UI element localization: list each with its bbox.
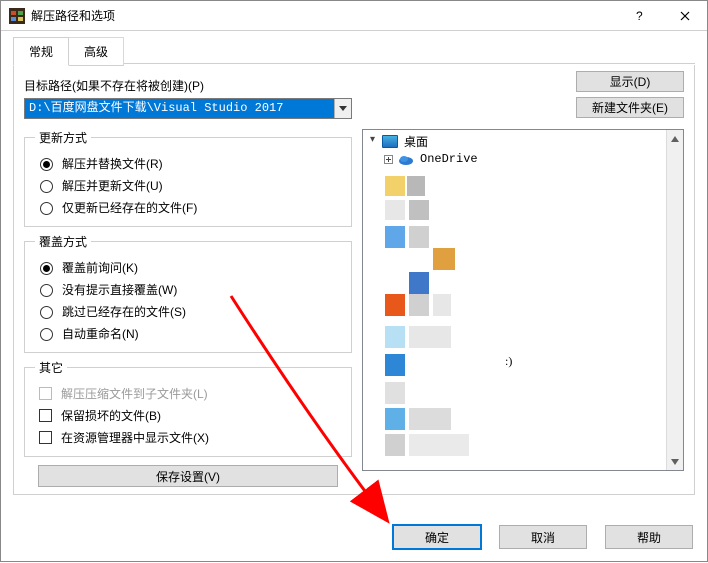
- scroll-up-button[interactable]: [667, 130, 683, 147]
- update-mode-group: 更新方式 解压并替换文件(R) 解压并更新文件(U) 仅更新已经存在的文件(F): [24, 129, 352, 227]
- opt-ask-before-overwrite[interactable]: 覆盖前询问(K): [35, 256, 341, 278]
- save-settings-button[interactable]: 保存设置(V): [38, 465, 338, 487]
- opt-freshen[interactable]: 仅更新已经存在的文件(F): [35, 196, 341, 218]
- tab-general[interactable]: 常规: [13, 37, 69, 66]
- overwrite-mode-legend: 覆盖方式: [35, 233, 91, 250]
- opt-extract-update-label: 解压并更新文件(U): [62, 177, 163, 194]
- update-mode-legend: 更新方式: [35, 129, 91, 146]
- close-button[interactable]: [662, 1, 707, 30]
- radio-skip-existing[interactable]: [40, 306, 53, 319]
- cancel-button-label: 取消: [531, 529, 555, 546]
- opt-subfolder-label: 解压压缩文件到子文件夹(L): [61, 385, 208, 402]
- radio-extract-update[interactable]: [40, 180, 53, 193]
- display-button[interactable]: 显示(D): [576, 71, 684, 92]
- opt-keep-broken[interactable]: 保留损坏的文件(B): [35, 404, 341, 426]
- dest-path-combobox[interactable]: D:\百度网盘文件下载\Visual Studio 2017: [24, 98, 352, 119]
- opt-silent-label: 没有提示直接覆盖(W): [62, 281, 177, 298]
- tree-node-onedrive-label: OneDrive: [418, 152, 480, 166]
- help-button[interactable]: 帮助: [605, 525, 693, 549]
- tree-node-onedrive[interactable]: OneDrive: [383, 150, 666, 168]
- overwrite-mode-group: 覆盖方式 覆盖前询问(K) 没有提示直接覆盖(W) 跳过已经存在的文件(S) 自…: [24, 233, 352, 353]
- other-group: 其它 解压压缩文件到子文件夹(L) 保留损坏的文件(B) 在资源管理器中显示文件…: [24, 359, 352, 457]
- new-folder-button[interactable]: 新建文件夹(E): [576, 97, 684, 118]
- app-icon: [9, 8, 25, 24]
- ok-button-label: 确定: [425, 529, 449, 546]
- new-folder-button-label: 新建文件夹(E): [592, 99, 668, 116]
- desktop-icon: [382, 135, 398, 148]
- opt-extract-replace[interactable]: 解压并替换文件(R): [35, 152, 341, 174]
- radio-extract-replace[interactable]: [40, 158, 53, 171]
- tree-scrollbar[interactable]: [666, 130, 683, 470]
- tab-advanced[interactable]: 高级: [68, 37, 124, 66]
- tab-page-general: 目标路径(如果不存在将被创建)(P) D:\百度网盘文件下载\Visual St…: [13, 65, 695, 495]
- tabs: 常规 高级: [13, 37, 695, 66]
- opt-extract-update[interactable]: 解压并更新文件(U): [35, 174, 341, 196]
- other-legend: 其它: [35, 359, 67, 376]
- svg-text:?: ?: [636, 10, 643, 22]
- checkbox-to-subfolder: [39, 387, 52, 400]
- opt-autoname-label: 自动重命名(N): [62, 325, 139, 342]
- opt-auto-rename[interactable]: 自动重命名(N): [35, 322, 341, 344]
- opt-skip-label: 跳过已经存在的文件(S): [62, 303, 186, 320]
- opt-freshen-label: 仅更新已经存在的文件(F): [62, 199, 197, 216]
- expander-icon[interactable]: [383, 154, 394, 165]
- help-button-label: 帮助: [637, 529, 661, 546]
- tab-advanced-label: 高级: [84, 45, 108, 59]
- opt-ask-label: 覆盖前询问(K): [62, 259, 138, 276]
- cloud-icon: [398, 153, 414, 166]
- opt-keep-broken-label: 保留损坏的文件(B): [61, 407, 161, 424]
- checkbox-show-in-explorer[interactable]: [39, 431, 52, 444]
- tree-node-desktop[interactable]: ▾ 桌面: [367, 132, 666, 150]
- opt-skip-existing[interactable]: 跳过已经存在的文件(S): [35, 300, 341, 322]
- opt-overwrite-silently[interactable]: 没有提示直接覆盖(W): [35, 278, 341, 300]
- tab-general-label: 常规: [29, 45, 53, 59]
- tree-node-desktop-label: 桌面: [402, 133, 430, 150]
- scroll-down-button[interactable]: [667, 453, 683, 470]
- dest-path-dropdown-button[interactable]: [334, 99, 351, 118]
- opt-show-in-explorer[interactable]: 在资源管理器中显示文件(X): [35, 426, 341, 448]
- scroll-track[interactable]: [667, 147, 683, 453]
- radio-freshen[interactable]: [40, 202, 53, 215]
- folder-tree[interactable]: ▾ 桌面 OneDrive: [362, 129, 684, 471]
- pixelated-tree-area: :): [385, 176, 661, 464]
- checkbox-keep-broken[interactable]: [39, 409, 52, 422]
- opt-extract-replace-label: 解压并替换文件(R): [62, 155, 163, 172]
- cancel-button[interactable]: 取消: [499, 525, 587, 549]
- help-titlebar-button[interactable]: ?: [617, 1, 662, 30]
- radio-overwrite-silently[interactable]: [40, 284, 53, 297]
- save-settings-label: 保存设置(V): [156, 468, 220, 485]
- opt-explorer-label: 在资源管理器中显示文件(X): [61, 429, 209, 446]
- display-button-label: 显示(D): [610, 73, 651, 90]
- expander-icon[interactable]: ▾: [367, 136, 378, 147]
- window-title: 解压路径和选项: [31, 7, 617, 24]
- tree-item-partial-label: :): [505, 354, 512, 369]
- title-bar: 解压路径和选项 ?: [1, 1, 707, 31]
- radio-ask-before-overwrite[interactable]: [40, 262, 53, 275]
- dest-path-value[interactable]: D:\百度网盘文件下载\Visual Studio 2017: [25, 99, 334, 118]
- radio-auto-rename[interactable]: [40, 328, 53, 341]
- ok-button[interactable]: 确定: [393, 525, 481, 549]
- opt-extract-to-subfolder: 解压压缩文件到子文件夹(L): [35, 382, 341, 404]
